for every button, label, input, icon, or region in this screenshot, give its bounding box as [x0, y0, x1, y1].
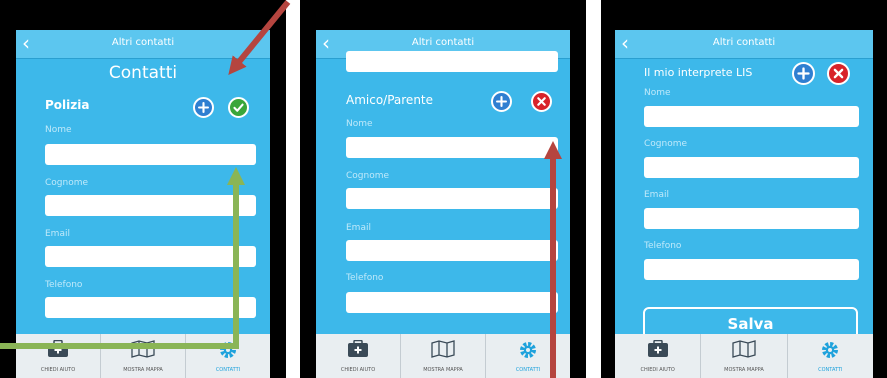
- annotation-overlay: [0, 0, 562, 378]
- red-arrow-to-check-icon: [228, 0, 291, 75]
- green-arrow-to-name-field: [0, 167, 245, 349]
